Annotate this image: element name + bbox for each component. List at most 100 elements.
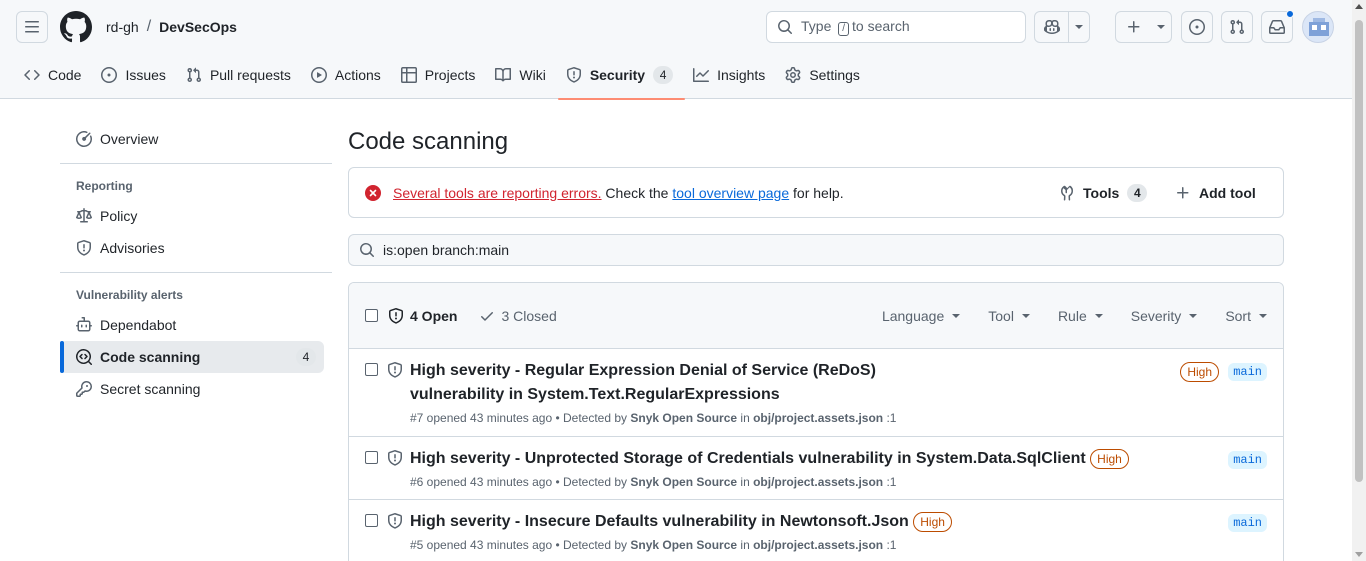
tab-label: Insights — [717, 66, 766, 83]
search-placeholder: Type / to search — [801, 18, 910, 36]
filter-rule-dropdown[interactable]: Rule — [1058, 308, 1103, 324]
sidebar-item-advisories[interactable]: Advisories — [60, 232, 324, 264]
alert-row[interactable]: High severity - Unprotected Storage of C… — [349, 437, 1283, 500]
tab-count-badge: 4 — [653, 65, 674, 84]
sidebar-item-policy[interactable]: Policy — [60, 200, 324, 232]
tab-projects[interactable]: Projects — [393, 58, 488, 99]
sidebar-item-label: Dependabot — [100, 317, 177, 333]
table-icon — [400, 66, 417, 83]
alert-row[interactable]: High severity - Regular Expression Denia… — [349, 349, 1283, 437]
copilot-icon — [1043, 19, 1060, 35]
filter-sort-dropdown[interactable]: Sort — [1225, 308, 1267, 324]
severity-badge: High — [913, 511, 952, 532]
alert-title[interactable]: High severity - Unprotected Storage of C… — [410, 447, 1129, 471]
scroll-down-arrow[interactable] — [1355, 552, 1363, 557]
tool-name[interactable]: Snyk Open Source — [630, 538, 737, 552]
file-path-link[interactable]: obj/project.assets.json — [753, 475, 883, 489]
page-scrollbar[interactable] — [1352, 0, 1366, 561]
sidebar-item-code-scanning[interactable]: Code scanning 4 — [60, 341, 324, 373]
branch-label[interactable]: main — [1228, 451, 1267, 469]
tool-name[interactable]: Snyk Open Source — [630, 475, 737, 489]
closed-alerts-filter[interactable]: 3 Closed — [479, 308, 557, 324]
tab-label: Projects — [424, 66, 476, 83]
notification-indicator — [1286, 10, 1294, 18]
tool-errors-link[interactable]: Several tools are reporting errors. — [393, 185, 602, 201]
sidebar-group-reporting: Reporting — [76, 179, 133, 193]
issue-opened-icon — [1189, 19, 1205, 35]
tab-settings[interactable]: Settings — [777, 58, 872, 99]
branch-label[interactable]: main — [1228, 363, 1267, 381]
sidebar-item-label: Code scanning — [100, 349, 201, 365]
issues-button[interactable] — [1181, 11, 1213, 43]
filter-value: is:open branch:main — [383, 242, 510, 258]
github-logo-icon[interactable] — [60, 11, 92, 43]
select-all-checkbox[interactable] — [365, 309, 378, 322]
tab-security[interactable]: Security 4 — [557, 58, 686, 100]
filter-severity-dropdown[interactable]: Severity — [1131, 308, 1198, 324]
tab-actions[interactable]: Actions — [303, 58, 393, 99]
menu-button[interactable] — [16, 11, 48, 43]
tool-name[interactable]: Snyk Open Source — [630, 411, 737, 425]
create-new-button[interactable] — [1115, 11, 1172, 43]
tab-label: Pull requests — [209, 66, 291, 83]
file-path-link[interactable]: obj/project.assets.json — [753, 411, 883, 425]
alerts-list: 4 Open 3 Closed Language Tool Rule Severity… — [348, 282, 1284, 561]
avatar[interactable] — [1302, 11, 1334, 43]
alert-title[interactable]: High severity - Regular Expression Denia… — [410, 359, 970, 407]
filter-language-dropdown[interactable]: Language — [881, 308, 961, 324]
owner-link[interactable]: rd-gh — [106, 19, 139, 35]
alert-title[interactable]: High severity - Insecure Defaults vulner… — [410, 510, 952, 534]
add-tool-button[interactable]: Add tool — [1175, 177, 1256, 209]
tab-issues[interactable]: Issues — [93, 58, 177, 99]
filter-label: Severity — [1130, 308, 1182, 324]
key-icon — [76, 381, 92, 397]
tab-pull-requests[interactable]: Pull requests — [178, 58, 303, 99]
copilot-button[interactable] — [1034, 11, 1090, 43]
copilot-dropdown[interactable] — [1069, 12, 1089, 42]
severity-badge: High — [1090, 448, 1129, 469]
add-tool-label: Add tool — [1199, 185, 1256, 201]
sidebar-item-label: Overview — [100, 131, 159, 147]
search-icon — [778, 20, 792, 34]
sidebar-item-label: Advisories — [100, 240, 165, 256]
divider — [60, 272, 332, 273]
filter-tool-dropdown[interactable]: Tool — [988, 308, 1030, 324]
alert-checkbox[interactable] — [365, 363, 378, 376]
branch-label[interactable]: main — [1228, 514, 1267, 532]
tab-label: Wiki — [519, 66, 546, 83]
sidebar-item-dependabot[interactable]: Dependabot — [60, 309, 324, 341]
tab-insights[interactable]: Insights — [685, 58, 777, 99]
repo-link[interactable]: DevSecOps — [159, 19, 237, 35]
plus-icon — [1177, 187, 1189, 199]
filter-label: Language — [881, 308, 945, 324]
tab-label: Security — [589, 66, 646, 83]
banner-message: Several tools are reporting errors. Chec… — [393, 184, 844, 201]
chevron-down-icon — [1021, 314, 1030, 318]
filter-label: Sort — [1225, 308, 1251, 324]
sidebar-item-overview[interactable]: Overview — [60, 123, 324, 155]
alert-checkbox[interactable] — [365, 514, 378, 527]
sidebar-item-secret-scanning[interactable]: Secret scanning — [60, 373, 324, 405]
tab-wiki[interactable]: Wiki — [487, 58, 557, 99]
sidebar-group-vulnerability-alerts: Vulnerability alerts — [76, 288, 183, 302]
gear-icon — [785, 66, 801, 83]
tools-button[interactable]: Tools 4 — [1059, 177, 1148, 209]
tool-overview-link[interactable]: tool overview page — [672, 185, 789, 201]
breadcrumb: rd-gh / DevSecOps — [106, 18, 237, 36]
tab-label: Actions — [334, 66, 381, 83]
issue-opened-icon — [101, 66, 118, 83]
scroll-thumb[interactable] — [1355, 20, 1363, 482]
file-path-link[interactable]: obj/project.assets.json — [753, 538, 883, 552]
pull-requests-button[interactable] — [1221, 11, 1253, 43]
tab-code[interactable]: Code — [16, 58, 93, 99]
alert-checkbox[interactable] — [365, 451, 378, 464]
search-input[interactable]: Type / to search — [766, 11, 1026, 43]
severity-badge: High — [1180, 362, 1219, 382]
open-alerts-filter[interactable]: 4 Open — [388, 308, 457, 324]
breadcrumb-separator: / — [146, 18, 152, 35]
git-pull-request-icon — [1230, 19, 1245, 35]
alert-row[interactable]: High severity - Insecure Defaults vulner… — [349, 500, 1283, 561]
scroll-up-arrow[interactable] — [1355, 4, 1363, 9]
alert-filter-input[interactable]: is:open branch:main — [348, 234, 1284, 266]
check-icon — [481, 311, 494, 321]
